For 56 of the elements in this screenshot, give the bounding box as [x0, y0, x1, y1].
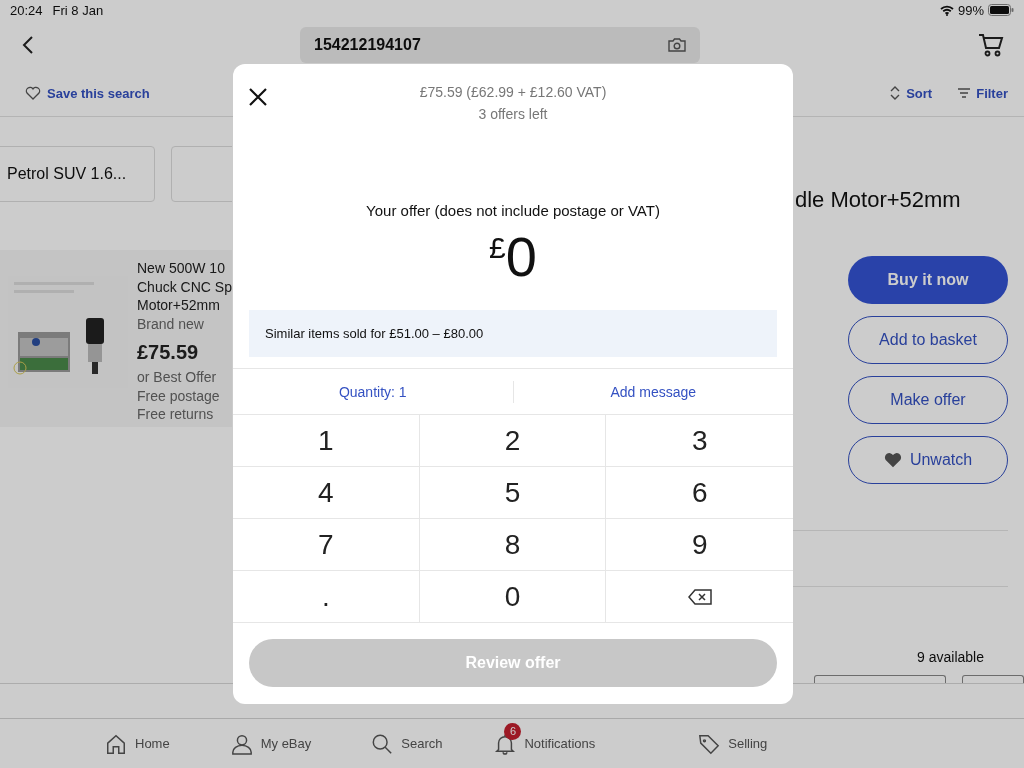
close-icon[interactable] — [249, 88, 267, 106]
currency-symbol: £ — [489, 231, 506, 265]
back-icon[interactable] — [22, 35, 34, 55]
keypad-key[interactable]: 4 — [233, 467, 420, 519]
sort-button[interactable]: Sort — [890, 85, 933, 101]
camera-icon[interactable] — [668, 38, 686, 52]
keypad-key[interactable]: . — [233, 571, 420, 623]
filter-icon — [958, 88, 971, 98]
quantity-link[interactable]: Quantity: 1 — [233, 383, 513, 400]
sort-icon — [890, 86, 901, 100]
listing-price: £75.59 — [137, 340, 200, 365]
tab-item[interactable]: Home — [105, 722, 170, 765]
keypad-key[interactable]: 7 — [233, 519, 420, 571]
listing-condition: Brand new — [137, 314, 205, 333]
similar-items-note: Similar items sold for £51.00 – £80.00 — [249, 310, 777, 357]
listing-title: New 500W 10 — [137, 259, 226, 278]
item-title: dle Motor+52mm — [795, 187, 961, 213]
battery-percent: 99% — [957, 2, 984, 18]
offers-left: 3 offers left — [478, 105, 548, 124]
notification-badge: 6 — [504, 722, 522, 740]
cart-icon[interactable] — [978, 33, 1004, 57]
offer-prompt: Your offer (does not include postage or VAT) — [365, 202, 661, 219]
listing-returns: Free returns — [137, 405, 215, 424]
heart-icon — [25, 86, 41, 100]
listing-title: Motor+52mm — [137, 296, 221, 315]
filter-button[interactable]: Filter — [958, 85, 1008, 101]
unwatch-button[interactable]: Unwatch — [848, 436, 1008, 484]
heart-icon — [883, 452, 902, 468]
keypad-key[interactable]: 0 — [419, 571, 607, 623]
keypad-key[interactable]: 2 — [419, 415, 607, 467]
keypad-key[interactable]: 8 — [419, 519, 607, 571]
category-chip[interactable]: Petrol SUV 1.6... — [0, 146, 156, 202]
tab-item[interactable]: Search — [371, 722, 443, 765]
listing-postage: Free postage — [137, 386, 221, 405]
wifi-icon — [939, 4, 954, 16]
status-time: 20:24 — [10, 2, 43, 18]
add-message-link[interactable]: Add message — [513, 383, 793, 400]
action-button[interactable]: Add to basket — [848, 316, 1008, 364]
save-search-link[interactable]: Save this search — [25, 85, 150, 101]
keypad-key[interactable]: 1 — [233, 415, 420, 467]
buy-now-button[interactable]: Buy it now — [848, 256, 1008, 304]
offer-amount: 0 — [505, 227, 537, 287]
availability-text: 9 available — [917, 649, 984, 665]
keypad-key[interactable]: 5 — [419, 467, 607, 519]
backspace-icon — [687, 588, 712, 605]
tab-item[interactable]: Selling — [698, 722, 768, 765]
tab-item[interactable]: Notifications 6 — [494, 722, 596, 765]
search-field[interactable]: 154212194107 — [300, 27, 700, 63]
tab-item[interactable]: My eBay — [230, 722, 312, 765]
status-date: Fri 8 Jan — [52, 2, 104, 18]
action-button[interactable]: Make offer — [848, 376, 1008, 424]
listing-offer: or Best Offer — [137, 368, 218, 387]
battery-icon — [988, 4, 1014, 16]
listing-card[interactable]: New 500W 10 Chuck CNC Sp Motor+52mm Brand new £75.59 or Best Offer Free postage Free returns — [0, 250, 232, 427]
listing-title: Chuck CNC Sp — [137, 277, 232, 296]
price-summary: £75.59 (£62.99 + £12.60 VAT) — [419, 83, 607, 102]
